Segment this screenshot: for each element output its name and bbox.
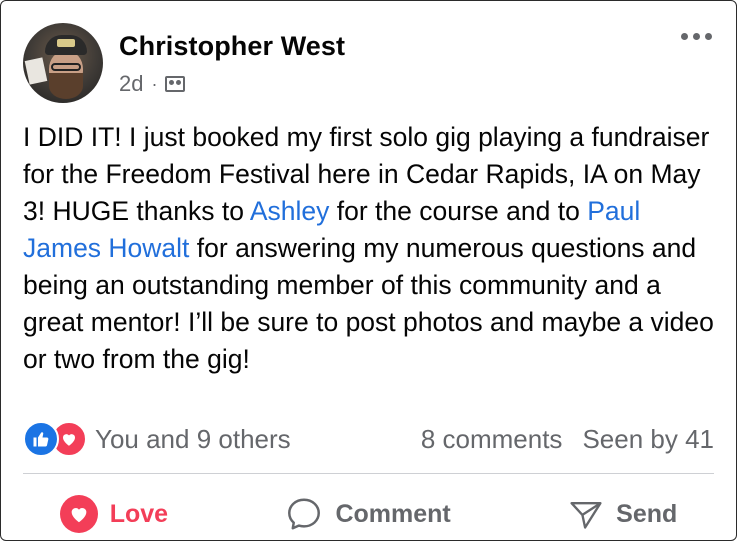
post-time[interactable]: 2d (119, 71, 143, 97)
send-button[interactable]: Send (568, 496, 677, 532)
comment-icon (288, 498, 321, 530)
divider (23, 473, 714, 474)
author-avatar[interactable] (23, 23, 103, 103)
post-meta: 2d · (119, 71, 186, 97)
like-icon (23, 421, 59, 457)
reaction-summary[interactable]: You and 9 others (95, 424, 291, 455)
comment-count[interactable]: 8 comments (421, 424, 563, 455)
avatar-sticker (24, 57, 48, 85)
avatar-beard (49, 73, 83, 99)
action-bar: Love Comment Send (1, 489, 736, 539)
avatar-cap-logo (57, 39, 75, 47)
group-icon (165, 76, 186, 92)
reactions-bar: You and 9 others 8 comments Seen by 41 (23, 421, 714, 457)
mention-ashley[interactable]: Ashley (250, 196, 330, 226)
seen-count[interactable]: Seen by 41 (582, 424, 714, 455)
comment-label: Comment (335, 499, 451, 528)
post-body: I DID IT! I just booked my first solo gi… (23, 119, 723, 378)
love-heart-icon (59, 495, 98, 533)
avatar-glasses (51, 63, 81, 71)
more-options-icon[interactable] (681, 33, 712, 40)
love-label: Love (109, 499, 169, 528)
reaction-icons[interactable] (23, 421, 87, 457)
meta-separator: · (151, 73, 158, 94)
love-button[interactable]: Love (59, 495, 169, 533)
send-label: Send (616, 499, 678, 528)
author-name[interactable]: Christopher West (119, 31, 345, 62)
post-text-2: for the course and to (329, 196, 588, 226)
send-icon (570, 502, 602, 529)
post-card: Christopher West 2d · I DID IT! I just b… (0, 0, 737, 541)
comment-button[interactable]: Comment (285, 495, 451, 533)
